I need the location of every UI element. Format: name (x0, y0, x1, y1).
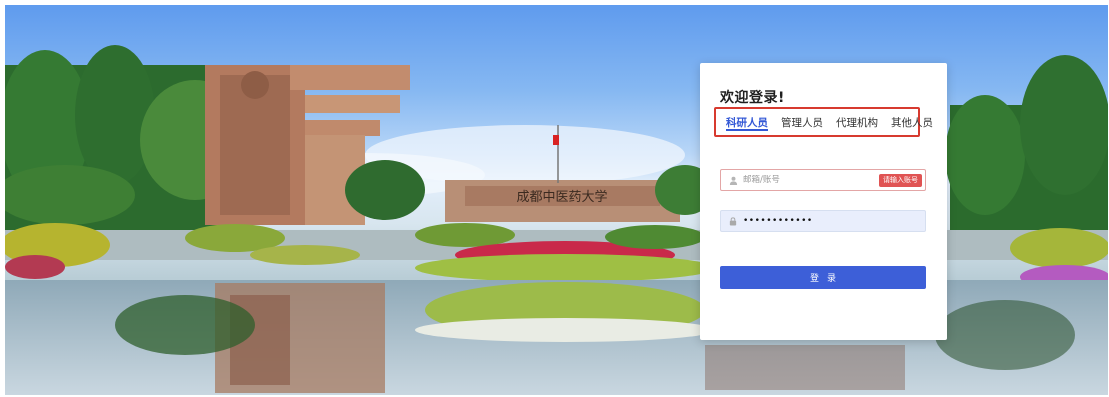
login-card: 欢迎登录! 科研人员 管理人员 代理机构 其他人员 请输入账号 登录 (700, 63, 947, 340)
password-input[interactable] (743, 216, 883, 226)
tab-administrator[interactable]: 管理人员 (775, 109, 830, 135)
username-error-badge: 请输入账号 (879, 174, 922, 187)
user-type-tabs: 科研人员 管理人员 代理机构 其他人员 (714, 107, 933, 137)
username-input[interactable] (743, 175, 883, 185)
tab-agency[interactable]: 代理机构 (830, 109, 885, 135)
user-icon (728, 175, 738, 185)
tab-researcher[interactable]: 科研人员 (720, 109, 775, 135)
tab-other[interactable]: 其他人员 (885, 109, 940, 135)
password-field (720, 210, 926, 232)
lock-icon (728, 216, 738, 226)
login-button[interactable]: 登录 (720, 266, 926, 289)
username-field: 请输入账号 (720, 169, 926, 191)
gate-sign-text: 成都中医药大学 (516, 189, 607, 205)
welcome-title: 欢迎登录! (720, 90, 785, 106)
